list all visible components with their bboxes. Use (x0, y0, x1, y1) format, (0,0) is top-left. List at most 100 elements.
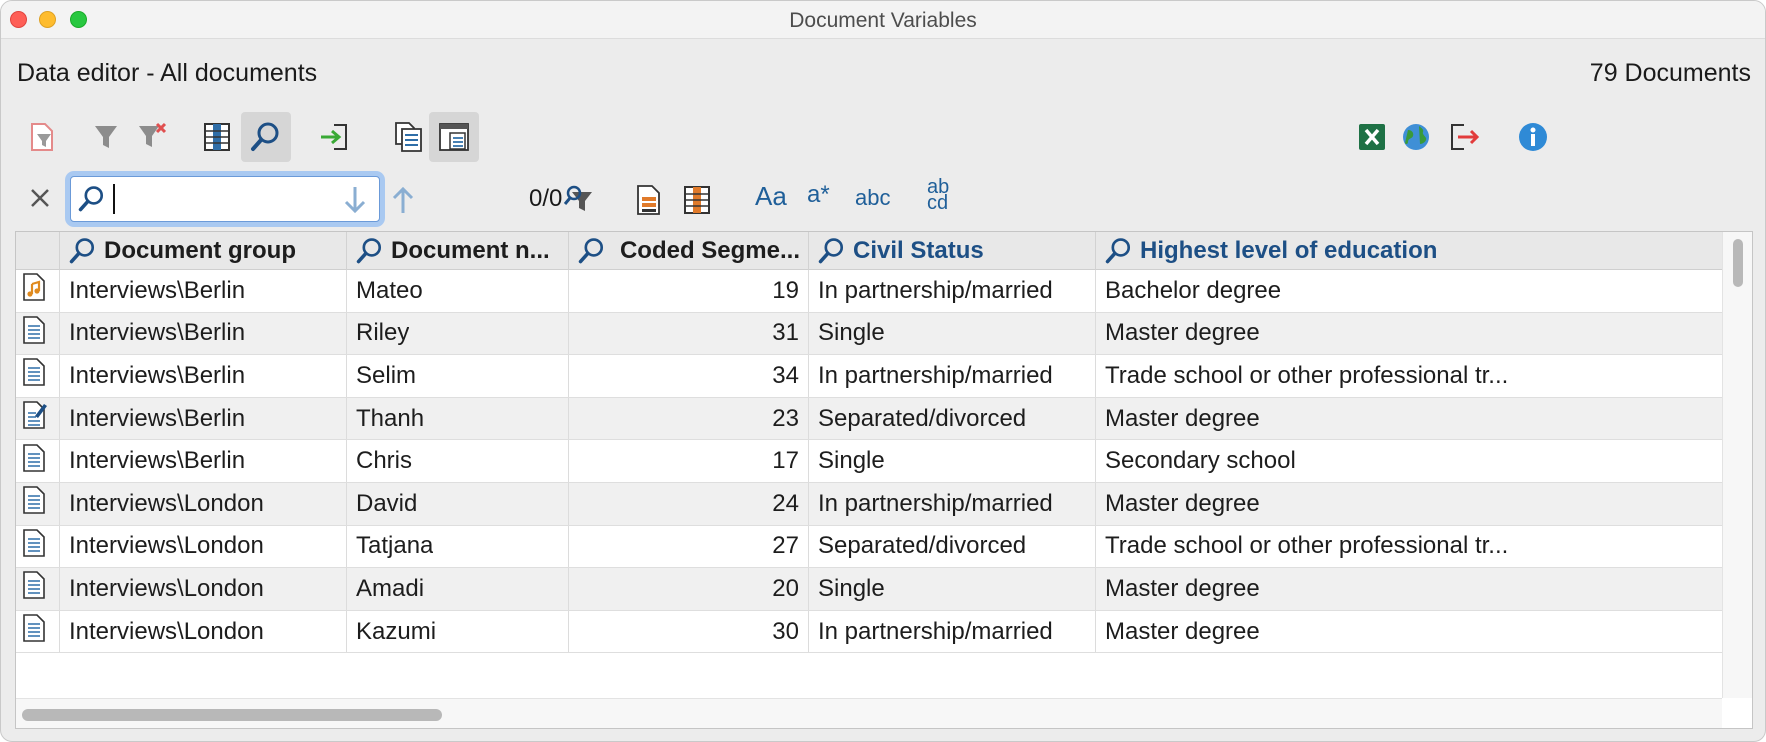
search-in-rows-button[interactable] (629, 180, 669, 220)
cell-civil[interactable]: In partnership/married (809, 270, 1096, 312)
search-column-icon[interactable] (68, 236, 98, 266)
table-row[interactable]: Interviews\Berlin Mateo 19 In partnership/m… (16, 270, 1722, 313)
table-row[interactable]: Interviews\Berlin Riley 31 Single Master deg… (16, 312, 1722, 356)
import-button[interactable] (310, 112, 360, 162)
cell-name[interactable]: Amadi (347, 568, 569, 610)
cell-group[interactable]: Interviews\London (60, 568, 347, 610)
search-in-columns-button[interactable] (677, 180, 717, 220)
export-html-button[interactable] (1391, 112, 1441, 162)
horizontal-scrollbar[interactable] (16, 698, 1722, 728)
cell-text: Bachelor degree (1105, 276, 1282, 304)
cell-coded[interactable]: 31 (569, 312, 809, 355)
column-header-civil-status[interactable]: Civil Status (809, 232, 1096, 270)
cell-group[interactable]: Interviews\London (60, 483, 347, 525)
vertical-scroll-thumb[interactable] (1733, 239, 1743, 287)
table-row[interactable]: Interviews\Berlin Selim 34 In partnership/m… (16, 355, 1722, 398)
cell-education[interactable]: Master degree (1096, 313, 1532, 355)
previous-match-button[interactable] (383, 180, 423, 220)
export-excel-button[interactable] (1347, 112, 1397, 162)
cell-name[interactable]: Riley (347, 312, 569, 355)
replace-toggle[interactable]: ab cd (927, 177, 963, 213)
cell-name[interactable]: Thanh (347, 397, 569, 440)
cell-coded[interactable]: 30 (569, 610, 809, 653)
cell-text: 20 (772, 574, 799, 602)
match-case-toggle[interactable]: Aa (755, 181, 787, 212)
cell-text: Interviews\Berlin (69, 276, 246, 304)
cell-civil[interactable]: Separated/divorced (809, 397, 1096, 440)
cell-group[interactable]: Interviews\Berlin (60, 312, 347, 355)
cell-education[interactable]: Trade school or other professional tr... (1096, 526, 1532, 568)
cell-education[interactable]: Master degree (1096, 611, 1532, 653)
cell-coded[interactable]: 19 (569, 270, 809, 312)
column-header-coded-segments[interactable]: Coded Segme... (569, 232, 809, 270)
cell-name[interactable]: Tatjana (347, 525, 569, 568)
cell-civil[interactable]: In partnership/married (809, 610, 1096, 653)
cell-education[interactable]: Bachelor degree (1096, 270, 1532, 312)
cell-group[interactable]: Interviews\Berlin (60, 440, 347, 482)
cell-education[interactable]: Secondary school (1096, 440, 1532, 482)
vertical-scrollbar[interactable] (1722, 232, 1752, 698)
search-column-icon[interactable] (355, 236, 385, 266)
document-type-cell (16, 440, 60, 482)
table-row[interactable]: Interviews\London Kazumi 30 In partnership/… (16, 610, 1722, 654)
cell-text: Master degree (1105, 617, 1260, 645)
text-document-icon (21, 315, 47, 352)
cell-coded[interactable]: 27 (569, 525, 809, 568)
export-button[interactable] (1438, 112, 1488, 162)
cell-group[interactable]: Interviews\London (60, 525, 347, 568)
document-count: 79 Documents (1589, 59, 1751, 87)
info-button[interactable] (1508, 112, 1558, 162)
whole-word-toggle[interactable]: abc (855, 185, 890, 211)
cell-name[interactable]: Kazumi (347, 610, 569, 653)
column-header-document-name[interactable]: Document n... (347, 232, 569, 270)
table-row[interactable]: Interviews\London Amadi 20 Single Master deg… (16, 568, 1722, 611)
cell-civil[interactable]: Single (809, 312, 1096, 355)
search-column-icon[interactable] (817, 236, 847, 266)
filter-documents-button[interactable] (17, 112, 67, 162)
data-editor-button[interactable] (429, 112, 479, 162)
search-input[interactable] (121, 185, 361, 213)
cell-name[interactable]: Chris (347, 440, 569, 482)
search-column-icon[interactable] (1104, 236, 1134, 266)
column-header-education[interactable]: Highest level of education (1096, 232, 1532, 270)
cell-civil[interactable]: Single (809, 568, 1096, 610)
cell-text: Secondary school (1105, 447, 1296, 475)
horizontal-scroll-thumb[interactable] (22, 709, 442, 721)
columns-button[interactable] (192, 112, 242, 162)
list-variables-button[interactable] (383, 112, 433, 162)
cell-civil[interactable]: Single (809, 440, 1096, 482)
table-row[interactable]: Interviews\London David 24 In partnership/m… (16, 483, 1722, 526)
cell-education[interactable]: Trade school or other professional tr... (1096, 355, 1532, 397)
filter-button[interactable] (81, 112, 131, 162)
filter-search-results-button[interactable] (559, 180, 599, 220)
cell-coded[interactable]: 17 (569, 440, 809, 482)
cell-coded[interactable]: 24 (569, 483, 809, 525)
cell-coded[interactable]: 20 (569, 568, 809, 610)
cell-education[interactable]: Master degree (1096, 398, 1532, 440)
close-search-button[interactable] (25, 183, 55, 213)
column-header-document-group[interactable]: Document group (60, 232, 347, 270)
cell-coded[interactable]: 23 (569, 397, 809, 440)
cell-education[interactable]: Master degree (1096, 483, 1532, 525)
cell-coded[interactable]: 34 (569, 355, 809, 397)
cell-civil[interactable]: Separated/divorced (809, 525, 1096, 568)
table-row[interactable]: Interviews\London Tatjana 27 Separated/divo… (16, 525, 1722, 569)
cell-civil[interactable]: In partnership/married (809, 483, 1096, 525)
table-row[interactable]: Interviews\Berlin Chris 17 Single Secondary … (16, 440, 1722, 483)
cell-group[interactable]: Interviews\London (60, 610, 347, 653)
cell-name[interactable]: Mateo (347, 270, 569, 312)
wildcard-toggle[interactable]: a* (807, 181, 830, 209)
cell-group[interactable]: Interviews\Berlin (60, 355, 347, 397)
next-match-button[interactable] (335, 180, 375, 220)
cell-education[interactable]: Master degree (1096, 568, 1532, 610)
cell-civil[interactable]: In partnership/married (809, 355, 1096, 397)
cell-group[interactable]: Interviews\Berlin (60, 397, 347, 440)
table-row[interactable]: Interviews\Berlin Thanh 23 Separated/divorc… (16, 397, 1722, 441)
cell-group[interactable]: Interviews\Berlin (60, 270, 347, 312)
cell-name[interactable]: Selim (347, 355, 569, 397)
cell-name[interactable]: David (347, 483, 569, 525)
search-toggle-button[interactable] (241, 112, 291, 162)
search-column-icon[interactable] (577, 236, 607, 266)
cell-text: Single (818, 319, 885, 347)
remove-filter-button[interactable] (127, 112, 177, 162)
